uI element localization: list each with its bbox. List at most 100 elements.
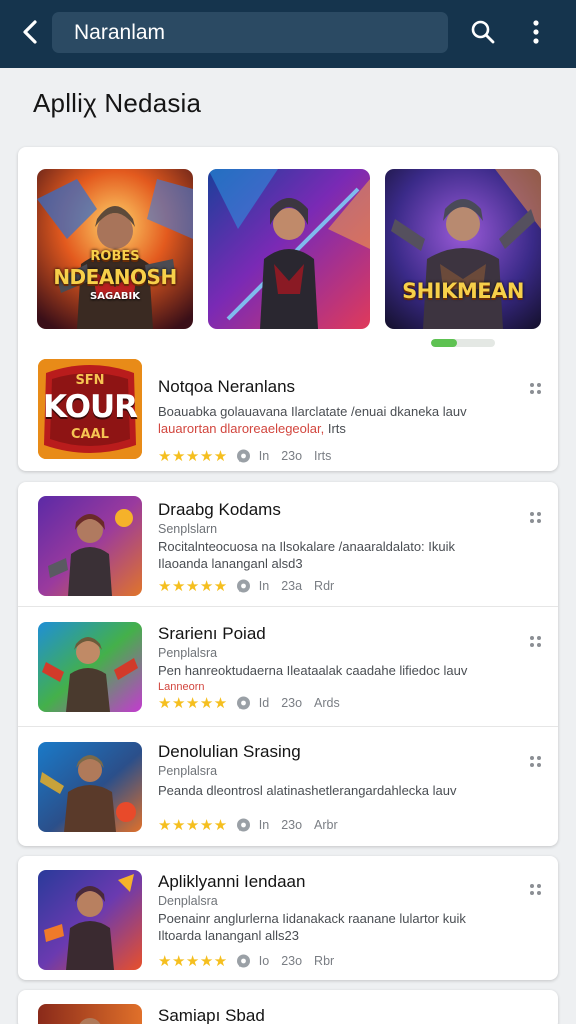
app-description-warning: lauarortan dlaroreaelegeolar, — [158, 421, 328, 436]
featured-banner-3[interactable]: SHIKMEAN — [385, 169, 541, 329]
app-subtitle: Penplalsra — [158, 646, 218, 660]
app-meta: ★★★★★ In 23o Arbr — [158, 816, 338, 834]
app-meta: ★★★★★ In 23o Irts — [158, 447, 331, 465]
search-icon — [471, 20, 495, 44]
app-icon — [38, 1004, 142, 1024]
app-description-line: Peanda dleontrosl alatinashetlerangardah… — [158, 783, 457, 798]
rating-stars: ★★★★★ — [158, 448, 228, 465]
app-description: Peanda dleontrosl alatinashetlerangardah… — [158, 782, 514, 799]
featured-banner-2[interactable] — [208, 169, 370, 329]
rating-stars: ★★★★★ — [158, 695, 228, 712]
rating-stars: ★★★★★ — [158, 953, 228, 970]
app-icon-artwork — [38, 496, 142, 596]
app-description-line: lauarortan dlaroreaelegeolar, Irts — [158, 420, 514, 437]
drag-handle-icon[interactable] — [528, 510, 544, 526]
chat-bubble-icon — [236, 696, 251, 711]
carousel-progress-fill — [431, 339, 457, 347]
app-icon-text-bottom: CAAL — [71, 427, 109, 442]
featured-app-row[interactable]: SFN KOUR CAAL Notqoa Neranlans Boauabka … — [18, 351, 558, 471]
app-meta: ★★★★★ Id 23o Ards — [158, 694, 340, 712]
meta-value-3: Rdr — [314, 579, 335, 593]
app-description-line: Iltoarda lananganl alls23 — [158, 928, 299, 943]
app-name: Samiapı Sbad — [158, 1006, 265, 1024]
banner-title-top: ROBES — [90, 249, 140, 264]
drag-handle-icon[interactable] — [528, 754, 544, 770]
rating-stars: ★★★★★ — [158, 817, 228, 834]
meta-value-2: 23o — [281, 696, 303, 710]
app-description: Rocitalnteocuosa na Ilsokalare /anaarald… — [158, 538, 514, 572]
search-button[interactable] — [466, 15, 500, 49]
meta-value-3: Ards — [314, 696, 340, 710]
app-icon — [38, 742, 142, 832]
list-item[interactable]: Samiapı Sbad — [18, 990, 558, 1024]
app-subtitle: Denplalsra — [158, 894, 218, 908]
divider — [18, 726, 558, 727]
app-description-line: Rocitalnteocuosa na Ilsokalare /anaarald… — [158, 539, 456, 554]
page-title: Aplliχ Nedasia — [33, 88, 202, 118]
banner-artwork — [385, 169, 541, 329]
more-vertical-icon — [533, 20, 539, 44]
chat-bubble-icon — [236, 579, 251, 594]
app-icon — [38, 622, 142, 712]
banner-artwork — [208, 169, 370, 329]
app-subtitle: Penplalsra — [158, 764, 218, 778]
list-item[interactable]: Apliklyanni Iendaan Denplalsra Poenainr … — [18, 856, 558, 980]
meta-value-1: Io — [258, 954, 270, 968]
app-description-line: Pen hanreoktudaerna Ileataalak caadahe l… — [158, 663, 468, 678]
meta-value-1: In — [258, 818, 270, 832]
app-meta: ★★★★★ In 23a Rdr — [158, 577, 334, 595]
list-item[interactable]: Denolulian Srasing Penplalsra Peanda dle… — [18, 726, 558, 846]
meta-value-2: 23o — [281, 818, 303, 832]
meta-value-3: Rbr — [314, 954, 335, 968]
featured-card: ROBES NDEANOSH SAGABIK SHIKMEAN SFN KOUR… — [18, 147, 558, 471]
app-name: Draabg Kodams — [158, 500, 281, 519]
app-icon-artwork — [38, 622, 142, 712]
app-icon-text-top: SFN — [75, 373, 105, 388]
app-description: Pen hanreoktudaerna Ileataalak caadahe l… — [158, 662, 514, 696]
app-icon — [38, 496, 142, 596]
app-description-line: Poenainr anglurlerna Iidanakack raanane … — [158, 911, 466, 926]
app-card-partial: Samiapı Sbad — [18, 990, 558, 1024]
app-description-rest: Irts — [327, 421, 346, 436]
app-icon — [38, 870, 142, 970]
app-description-line: Ilaoanda lananganl alsd3 — [158, 556, 303, 571]
meta-value-2: 23o — [281, 954, 303, 968]
app-icon: SFN KOUR CAAL — [38, 359, 142, 459]
meta-value-3: Irts — [314, 449, 332, 463]
app-icon-text-main: KOUR — [42, 389, 138, 425]
divider — [18, 606, 558, 607]
banner-subtitle: SAGABIK — [90, 291, 140, 302]
search-input[interactable]: Naranlam — [52, 12, 448, 53]
app-meta: ★★★★★ Io 23o Rbr — [158, 952, 334, 970]
app-subtitle: Senplslarn — [158, 522, 218, 536]
app-list-card: Draabg Kodams Senplslarn Rocitalnteocuos… — [18, 482, 558, 846]
overflow-menu-button[interactable] — [520, 15, 552, 49]
app-bar: Naranlam — [0, 0, 576, 68]
chat-bubble-icon — [236, 449, 251, 464]
app-description: Boauabka golauavana Ilarclatate /enuai d… — [158, 403, 514, 437]
app-icon-artwork — [38, 1004, 142, 1024]
app-name: Denolulian Srasing — [158, 742, 301, 761]
app-description-line: Boauabka golauavana Ilarclatate /enuai d… — [158, 404, 467, 419]
back-button[interactable] — [14, 16, 46, 48]
app-icon-artwork — [38, 870, 142, 970]
drag-handle-icon[interactable] — [528, 634, 544, 650]
meta-value-1: In — [258, 579, 270, 593]
meta-value-2: 23o — [281, 449, 303, 463]
rating-stars: ★★★★★ — [158, 578, 228, 595]
featured-banner-1[interactable]: ROBES NDEANOSH SAGABIK — [37, 169, 193, 329]
app-name: Apliklyanni Iendaan — [158, 872, 306, 891]
search-input-value: Naranlam — [74, 20, 166, 44]
meta-value-3: Arbr — [314, 818, 338, 832]
app-description: Poenainr anglurlerna Iidanakack raanane … — [158, 910, 514, 944]
meta-value-1: Id — [258, 696, 270, 710]
list-item[interactable]: Srarienı Poiad Penplalsra Pen hanreoktud… — [18, 606, 558, 726]
app-card: Apliklyanni Iendaan Denplalsra Poenainr … — [18, 856, 558, 980]
meta-value-2: 23a — [281, 579, 303, 593]
chat-bubble-icon — [236, 954, 251, 969]
drag-handle-icon[interactable] — [528, 381, 544, 397]
app-name: Srarienı Poiad — [158, 624, 266, 643]
drag-handle-icon[interactable] — [528, 882, 544, 898]
list-item[interactable]: Draabg Kodams Senplslarn Rocitalnteocuos… — [18, 482, 558, 606]
banner-title: NDEANOSH — [53, 265, 177, 289]
